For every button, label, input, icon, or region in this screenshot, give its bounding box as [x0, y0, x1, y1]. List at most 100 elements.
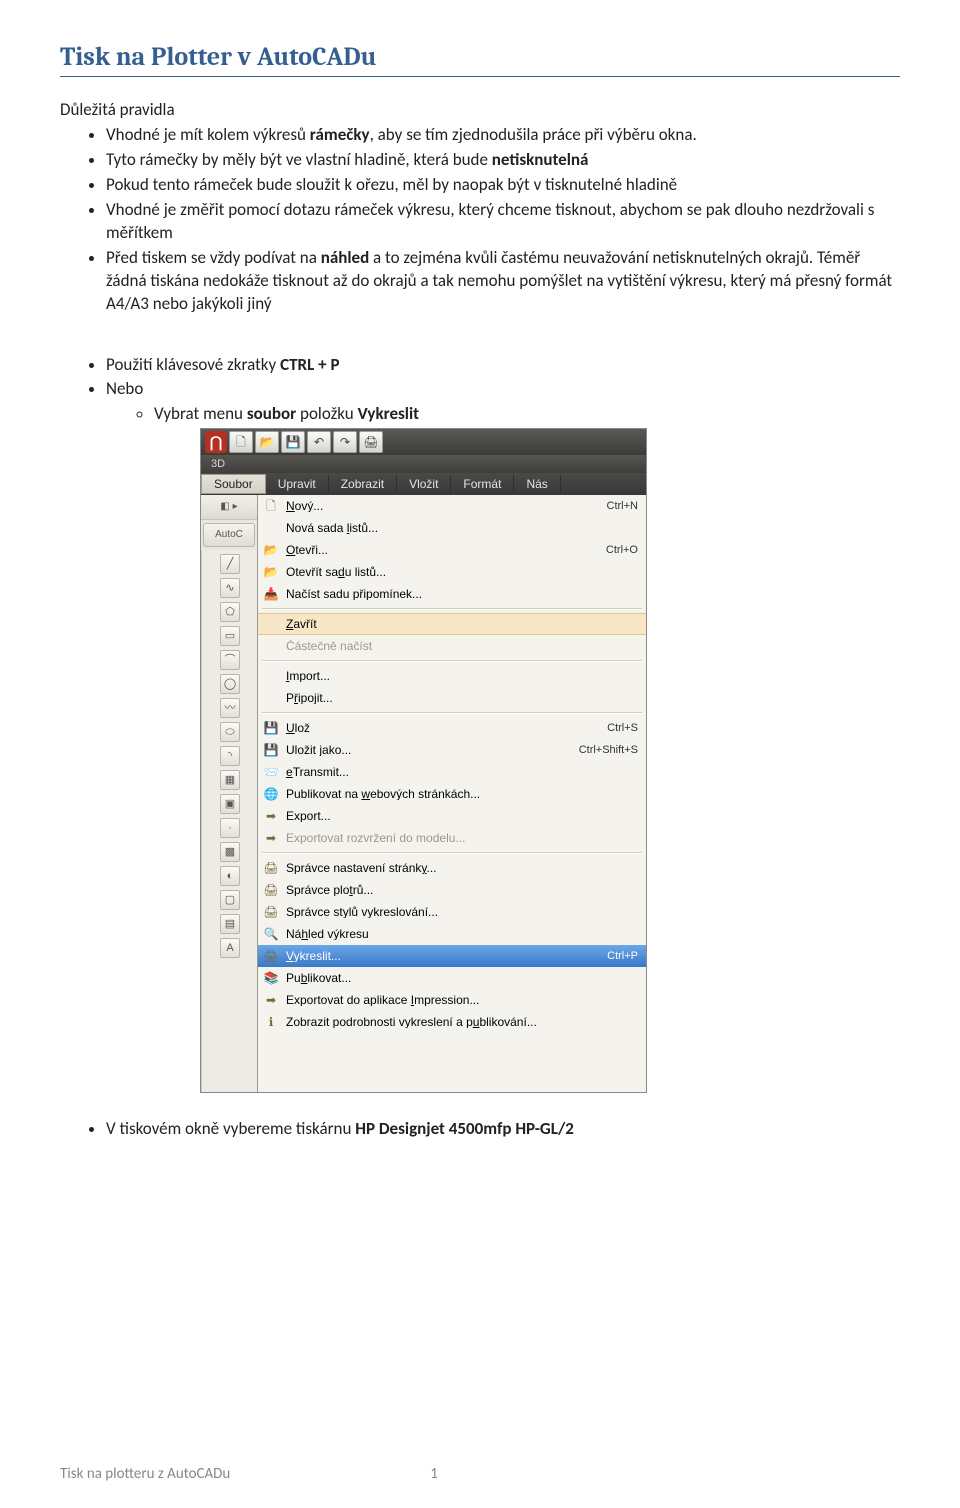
text: Použití klávesové zkratky: [106, 354, 280, 375]
text: Vhodné je mít kolem výkresů: [106, 124, 310, 145]
menu-item-icon: 📚: [262, 969, 280, 987]
qat-undo-icon[interactable]: ↶: [307, 431, 331, 453]
menu-item-label: Ulož: [286, 722, 591, 734]
menu-item-icon: 🖨: [262, 859, 280, 877]
menu-item[interactable]: 🖨 Vykreslit... Ctrl+P: [258, 945, 646, 967]
menu-item-label: Uložit jako...: [286, 744, 563, 756]
tool-rect-icon[interactable]: ▭: [220, 626, 240, 646]
menu-item-icon: [262, 637, 280, 655]
text-bold: Vykreslit: [358, 403, 419, 424]
tool-ellipsearc-icon[interactable]: ◝: [220, 746, 240, 766]
text-bold: rámečky: [310, 124, 370, 145]
tool-region-icon[interactable]: ▢: [220, 890, 240, 910]
left-panel: ◧ ▸ AutoC ╱ ∿ ⬠ ▭ ⌒ ◯ 〰 ⬭ ◝ ▦ ▣ · ▩ ◐ ▢ …: [201, 495, 257, 1092]
tool-polygon-icon[interactable]: ⬠: [220, 602, 240, 622]
menu-item[interactable]: 📨eTransmit...: [258, 761, 646, 783]
workspace-label: 3D: [211, 459, 225, 470]
qat-print-icon[interactable]: 🖨: [359, 431, 383, 453]
menu-item-icon: 🗋: [262, 497, 280, 515]
menu-soubor[interactable]: Soubor: [201, 474, 266, 494]
qat-open-icon[interactable]: 📂: [255, 431, 279, 453]
menu-item[interactable]: 💾UložCtrl+S: [258, 717, 646, 739]
menu-upravit[interactable]: Upravit: [266, 475, 329, 493]
menu-item-icon: 🔍: [262, 925, 280, 943]
menu-item-icon: ➡: [262, 807, 280, 825]
page-title: Tisk na Plotter v AutoCADu: [60, 40, 900, 77]
menu-item-label: Vykreslit...: [286, 950, 591, 962]
menu-item[interactable]: ➡ Export...: [258, 805, 646, 827]
steps-list-cont: V tiskovém okně vybereme tiskárnu HP Des…: [60, 1093, 900, 1141]
tool-pline-icon[interactable]: ∿: [220, 578, 240, 598]
menu-item[interactable]: Import...: [258, 665, 646, 687]
menu-item[interactable]: Zavřít: [258, 613, 646, 635]
menu-item[interactable]: 🗋 Nový... Ctrl+N: [258, 495, 646, 517]
menu-item-icon: 📨: [262, 763, 280, 781]
tool-arc-icon[interactable]: ⌒: [220, 650, 240, 670]
menu-item: Částečně načíst: [258, 635, 646, 657]
tool-line-icon[interactable]: ╱: [220, 554, 240, 574]
menu-item[interactable]: 🖨 Správce plotrů...: [258, 879, 646, 901]
menu-item-label: Export...: [286, 810, 638, 822]
text: Vhodné je změřit pomocí dotazu rámeček v…: [106, 199, 874, 243]
menu-item-icon: ➡: [262, 829, 280, 847]
tool-hatch-icon[interactable]: ▩: [220, 842, 240, 862]
menu-item[interactable]: 🖨Správce nastavení stránky...: [258, 857, 646, 879]
menu-item[interactable]: Nová sada listů...: [258, 517, 646, 539]
menu-nas[interactable]: Nás: [514, 475, 560, 493]
menu-separator: [262, 712, 642, 714]
menu-item-icon: 🖨: [262, 947, 280, 965]
tool-insert-icon[interactable]: ▦: [220, 770, 240, 790]
menu-item-icon: [262, 667, 280, 685]
menu-zobrazit[interactable]: Zobrazit: [329, 475, 397, 493]
menu-item-label: Částečně načíst: [286, 640, 638, 652]
ribbon-strip: 3D: [201, 455, 646, 473]
menu-item[interactable]: 💾Uložit jako...Ctrl+Shift+S: [258, 739, 646, 761]
menu-format[interactable]: Formát: [451, 475, 514, 493]
menu-item[interactable]: 📚Publikovat...: [258, 967, 646, 989]
menu-item-label: Připojit...: [286, 692, 638, 704]
menu-item-label: Zavřít: [286, 618, 638, 630]
tool-ellipse-icon[interactable]: ⬭: [220, 722, 240, 742]
list-item: Tyto rámečky by měly být ve vlastní hlad…: [106, 149, 900, 172]
menu-item[interactable]: 📂Otevřít sadu listů...: [258, 561, 646, 583]
menu-item-label: Otevři...: [286, 544, 590, 556]
menu-item-icon: 🌐: [262, 785, 280, 803]
menu-vlozit[interactable]: Vložit: [397, 475, 451, 493]
tool-block-icon[interactable]: ▣: [220, 794, 240, 814]
menu-item-label: Nový...: [286, 500, 591, 512]
panel-autoc[interactable]: AutoC: [203, 523, 255, 547]
menu-item[interactable]: ➡Exportovat do aplikace Impression...: [258, 989, 646, 1011]
menu-item[interactable]: ℹZobrazit podrobnosti vykreslení a publi…: [258, 1011, 646, 1033]
rules-list: Vhodné je mít kolem výkresů rámečky, aby…: [60, 124, 900, 316]
text: položku: [296, 403, 357, 424]
menu-item[interactable]: 📥Načíst sadu připomínek...: [258, 583, 646, 605]
app-menu-button[interactable]: ⋂: [205, 431, 227, 453]
menubar: Soubor Upravit Zobrazit Vložit Formát Ná…: [201, 473, 646, 495]
menu-item-shortcut: Ctrl+P: [597, 951, 638, 962]
tool-table-icon[interactable]: ▤: [220, 914, 240, 934]
qat-redo-icon[interactable]: ↷: [333, 431, 357, 453]
menu-item[interactable]: 🔍Náhled výkresu: [258, 923, 646, 945]
qat-save-icon[interactable]: 💾: [281, 431, 305, 453]
menu-item-label: Správce plotrů...: [286, 884, 638, 896]
menu-item-icon: 🖨: [262, 881, 280, 899]
menu-item-label: Import...: [286, 670, 638, 682]
menu-item[interactable]: 📂Otevři...Ctrl+O: [258, 539, 646, 561]
menu-item[interactable]: 🖨Správce stylů vykreslování...: [258, 901, 646, 923]
tool-gradient-icon[interactable]: ◐: [220, 866, 240, 886]
tool-mtext-icon[interactable]: A: [220, 938, 240, 958]
tool-point-icon[interactable]: ·: [220, 818, 240, 838]
tool-spline-icon[interactable]: 〰: [220, 698, 240, 718]
tool-circle-icon[interactable]: ◯: [220, 674, 240, 694]
menu-item[interactable]: Připojit...: [258, 687, 646, 709]
menu-item-icon: 🖨: [262, 903, 280, 921]
menu-item-shortcut: Ctrl+N: [597, 501, 638, 512]
qat-new-icon[interactable]: 🗋: [229, 431, 253, 453]
footer-page-number: 1: [430, 1464, 438, 1484]
steps-list: Použití klávesové zkratky CTRL + P Nebo …: [60, 354, 900, 427]
menu-item-icon: 💾: [262, 719, 280, 737]
menu-item[interactable]: 🌐Publikovat na webových stránkách...: [258, 783, 646, 805]
text-bold: HP Designjet 4500mfp HP-GL/2: [355, 1118, 574, 1139]
menu-separator: [262, 608, 642, 610]
panel-toggle-icon[interactable]: ◧ ▸: [201, 495, 257, 520]
